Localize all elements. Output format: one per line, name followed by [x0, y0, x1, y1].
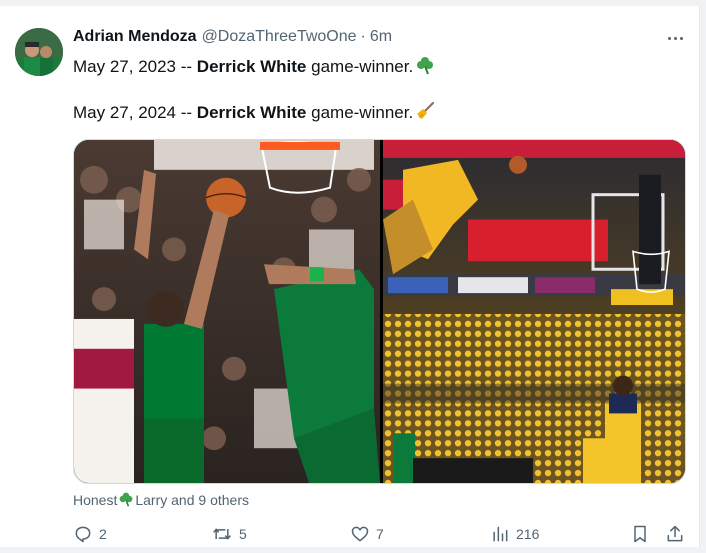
bookmark-icon [634, 525, 646, 543]
separator: · [360, 28, 366, 45]
reply-icon [75, 526, 91, 543]
game-winner-photo-2023[interactable] [74, 140, 380, 483]
reply-button[interactable]: 2 [73, 524, 107, 544]
tweet-media[interactable] [73, 139, 686, 484]
share-icon [667, 525, 683, 542]
game-winner-photo-2024[interactable] [383, 140, 685, 483]
retweet-count: 5 [239, 526, 247, 542]
player-name: Derrick White [196, 57, 307, 76]
liker-name[interactable]: Honest [73, 492, 117, 508]
tweet-actions: 2 5 7 216 [73, 524, 693, 546]
tweet-card[interactable]: Adrian Mendoza @DozaThreeTwoOne · 6m May… [0, 6, 700, 547]
tweet-text-line-1: May 27, 2023 -- Derrick White game-winne… [73, 55, 435, 81]
more-options-icon[interactable] [665, 28, 685, 48]
tweet-header: Adrian Mendoza @DozaThreeTwoOne · 6m [73, 26, 392, 48]
text-rest: game-winner. [311, 57, 414, 76]
author-handle[interactable]: @DozaThreeTwoOne [202, 28, 357, 46]
shamrock-icon [118, 491, 134, 510]
shamrock-icon [415, 55, 435, 81]
text-rest: game-winner. [311, 103, 414, 122]
bookmark-button[interactable] [630, 524, 650, 544]
timestamp[interactable]: 6m [370, 28, 392, 46]
liked-by[interactable]: Honest Larry and 9 others [73, 491, 249, 510]
liked-by-others[interactable]: Larry and 9 others [135, 492, 249, 508]
views-button[interactable]: 216 [490, 524, 539, 544]
like-button[interactable]: 7 [350, 524, 384, 544]
retweet-icon [213, 528, 231, 540]
heart-icon [351, 526, 369, 542]
date-text: May 27, 2024 -- [73, 103, 193, 122]
author-name[interactable]: Adrian Mendoza [73, 28, 197, 46]
player-name: Derrick White [196, 103, 307, 122]
broom-icon [415, 101, 435, 127]
reply-count: 2 [99, 526, 107, 542]
like-count: 7 [376, 526, 384, 542]
retweet-button[interactable]: 5 [211, 524, 247, 544]
tweet-text-line-2: May 27, 2024 -- Derrick White game-winne… [73, 101, 435, 127]
views-icon [493, 526, 508, 542]
share-button[interactable] [665, 524, 685, 544]
avatar[interactable] [15, 28, 63, 76]
date-text: May 27, 2023 -- [73, 57, 193, 76]
views-count: 216 [516, 526, 540, 542]
